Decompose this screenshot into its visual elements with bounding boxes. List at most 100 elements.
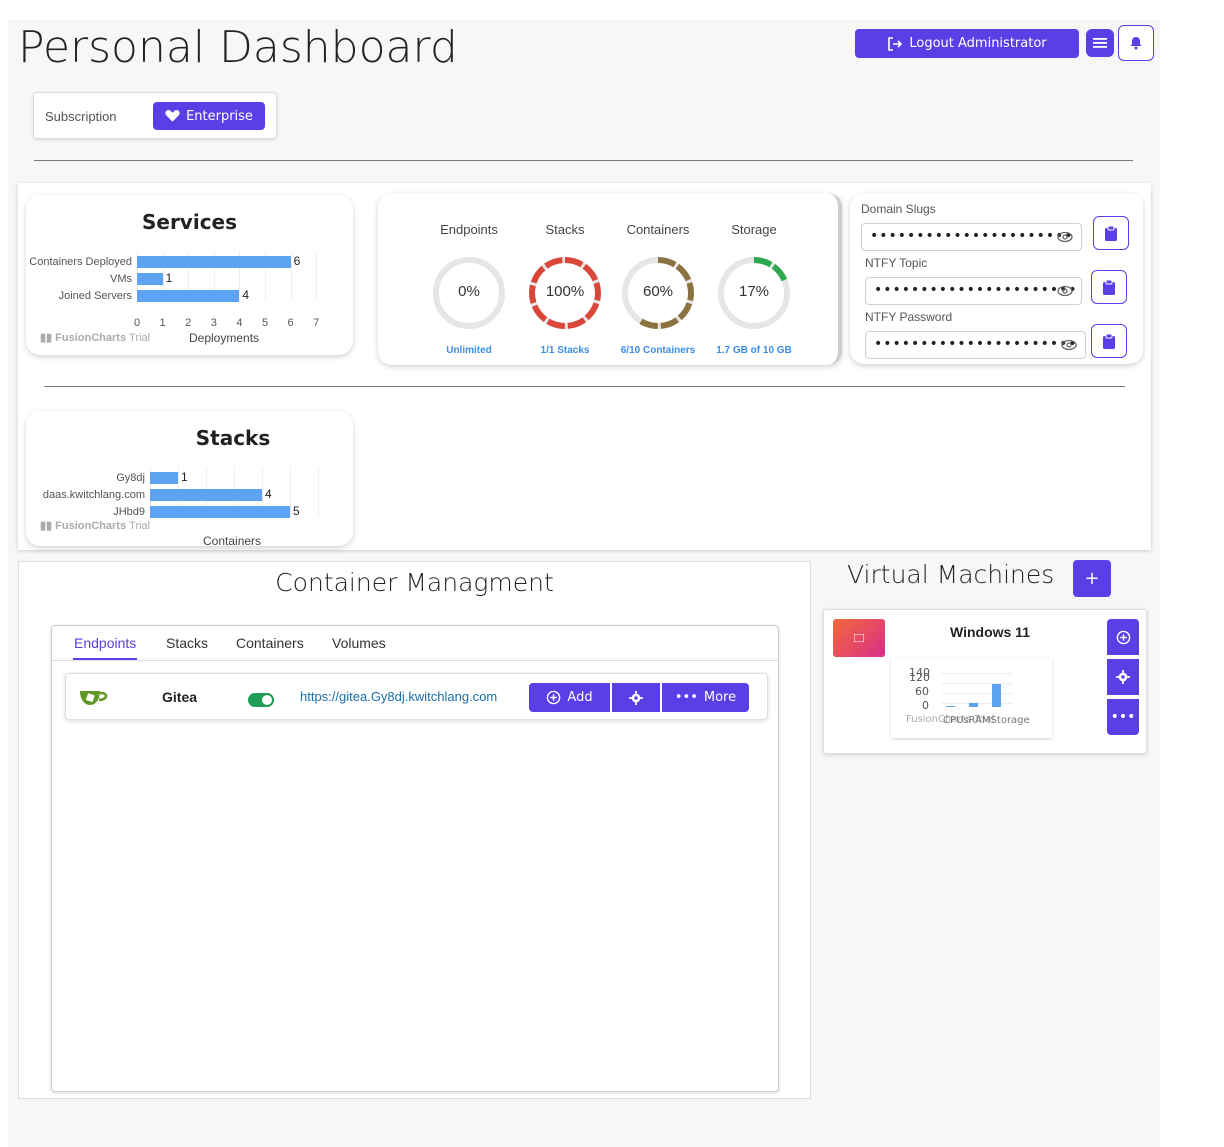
bar xyxy=(992,683,1001,707)
add-label: Add xyxy=(567,690,593,705)
container-management-title: Container Managment xyxy=(275,568,554,597)
stacks-chart-card: Stacks ▮▮ FusionCharts Trial Containers … xyxy=(26,411,353,546)
x-tick-label: 1 xyxy=(159,317,166,329)
gauge-title: Stacks xyxy=(545,222,585,237)
grid-line xyxy=(290,467,291,517)
grid-line xyxy=(318,467,319,517)
bar xyxy=(969,702,978,707)
more-label: More xyxy=(703,690,737,705)
secrets-card: Domain Slugs •••••••••••••••••••••• NTFY… xyxy=(850,193,1143,364)
ntfy-password-value: •••••••••••••••••••••• xyxy=(874,336,1078,352)
vm-name: Windows 11 xyxy=(949,624,1030,640)
ntfy-topic-field[interactable]: •••••••••••••••••••••• xyxy=(865,277,1082,305)
divider xyxy=(34,160,1133,161)
bar-category-label: daas.kwitchlang.com xyxy=(42,489,145,501)
ntfy-topic-label: NTFY Topic xyxy=(865,256,928,270)
tab-stacks[interactable]: Stacks xyxy=(166,635,208,651)
ntfy-password-field[interactable]: •••••••••••••••••••••• xyxy=(865,331,1086,359)
bar-category-label: Joined Servers xyxy=(58,290,132,302)
add-vm-label: + xyxy=(1084,568,1100,589)
bar-value-label: 4 xyxy=(242,288,250,302)
heart-icon xyxy=(165,110,180,122)
copy-ntfy-password-button[interactable] xyxy=(1091,324,1127,358)
x-tick-label: 0 xyxy=(133,317,141,329)
add-vm-button[interactable]: + xyxy=(1073,560,1111,597)
fusioncharts-brand: FusionCharts xyxy=(55,332,127,344)
more-button[interactable]: ••• More xyxy=(662,683,749,712)
stacks-chart-title: Stacks xyxy=(195,426,271,450)
fusioncharts-logo: ▮▮ FusionCharts Trial xyxy=(40,519,150,532)
bar xyxy=(137,273,163,285)
bar-value-label: 1 xyxy=(165,271,173,285)
logout-button[interactable]: Logout Administrator xyxy=(855,29,1079,58)
endpoint-url-link[interactable]: https://gitea.Gy8dj.kwitchlang.com xyxy=(300,689,497,704)
copy-domain-button[interactable] xyxy=(1093,216,1129,250)
bar xyxy=(150,472,178,484)
fusioncharts-brand: FusionCharts xyxy=(55,520,127,532)
gitea-icon xyxy=(80,691,108,705)
x-tick-label: 6 xyxy=(287,317,294,329)
services-chart-title: Services xyxy=(141,210,238,234)
domain-slugs-label: Domain Slugs xyxy=(861,202,936,216)
hamburger-icon xyxy=(1093,38,1107,48)
endpoint-toggle[interactable] xyxy=(248,693,274,707)
bar xyxy=(137,290,240,302)
eye-icon[interactable] xyxy=(1061,337,1077,353)
vm-thumbnail xyxy=(833,619,885,657)
bar xyxy=(150,489,262,501)
bar-category-label: JHbd9 xyxy=(113,506,145,518)
stacks-xlabel: Containers xyxy=(203,534,262,546)
tab-endpoints[interactable]: Endpoints xyxy=(74,635,136,651)
x-tick-label: 2 xyxy=(185,317,192,329)
dots-icon: ••• xyxy=(1110,709,1136,725)
bar-value-label: 5 xyxy=(293,504,300,518)
services-xlabel: Deployments xyxy=(189,331,260,345)
domain-slugs-field[interactable]: •••••••••••••••••••••• xyxy=(861,223,1082,251)
vm-start-button[interactable] xyxy=(1107,619,1139,655)
settings-button[interactable] xyxy=(612,683,660,712)
bar-category-label: Containers Deployed xyxy=(29,256,132,268)
subscription-plan-button[interactable]: Enterprise xyxy=(153,102,265,130)
page-title: Personal Dashboard xyxy=(18,22,458,73)
fusioncharts-trial: Trial xyxy=(129,332,151,344)
x-tick-label: 4 xyxy=(236,317,243,329)
vm-card: Windows 11 140 120 60 0 FusionCharts Tri… xyxy=(823,609,1147,754)
x-tick-label: 3 xyxy=(210,317,217,329)
tab-volumes[interactable]: Volumes xyxy=(332,635,386,651)
ntfy-password-label: NTFY Password xyxy=(865,310,953,324)
tabs-underline xyxy=(52,660,778,661)
copy-ntfy-topic-button[interactable] xyxy=(1091,270,1127,304)
plus-circle-icon xyxy=(1116,630,1130,644)
notifications-button[interactable] xyxy=(1118,25,1154,61)
dots-icon: ••• xyxy=(674,690,698,705)
chart-logo-icon: ▮▮ xyxy=(40,520,53,532)
divider xyxy=(44,386,1125,387)
eye-icon[interactable] xyxy=(1057,283,1073,299)
endpoint-row: Gitea https://gitea.Gy8dj.kwitchlang.com… xyxy=(65,673,768,720)
gauge-title: Endpoints xyxy=(440,222,498,237)
subscription-plan-label: Enterprise xyxy=(186,108,253,124)
vm-y-tick: 60 xyxy=(915,685,929,698)
gauge-title: Storage xyxy=(731,222,777,237)
menu-button[interactable] xyxy=(1086,29,1114,57)
add-button[interactable]: Add xyxy=(529,683,610,712)
bar-category-label: VMs xyxy=(110,273,132,285)
bar xyxy=(946,706,955,707)
vm-y-tick: 120 xyxy=(909,671,930,684)
tab-containers[interactable]: Containers xyxy=(236,635,304,651)
virtual-machines-title: Virtual Machines xyxy=(847,560,1055,589)
vm-settings-button[interactable] xyxy=(1107,659,1139,695)
gauge-percent: 0% xyxy=(458,283,480,300)
gauge-subtitle: Unlimited xyxy=(446,345,492,356)
bar xyxy=(150,506,290,518)
gear-icon xyxy=(1116,670,1130,684)
bar xyxy=(137,256,291,268)
vm-more-button[interactable]: ••• xyxy=(1107,699,1139,735)
fusioncharts-logo: ▮▮ FusionCharts Trial xyxy=(40,331,150,344)
eye-icon[interactable] xyxy=(1057,229,1073,245)
gauge-percent: 100% xyxy=(545,283,585,300)
x-tick-label: 7 xyxy=(313,317,320,329)
toggle-knob xyxy=(262,695,272,705)
plus-circle-icon xyxy=(547,690,561,705)
x-tick-label: 5 xyxy=(261,317,269,329)
